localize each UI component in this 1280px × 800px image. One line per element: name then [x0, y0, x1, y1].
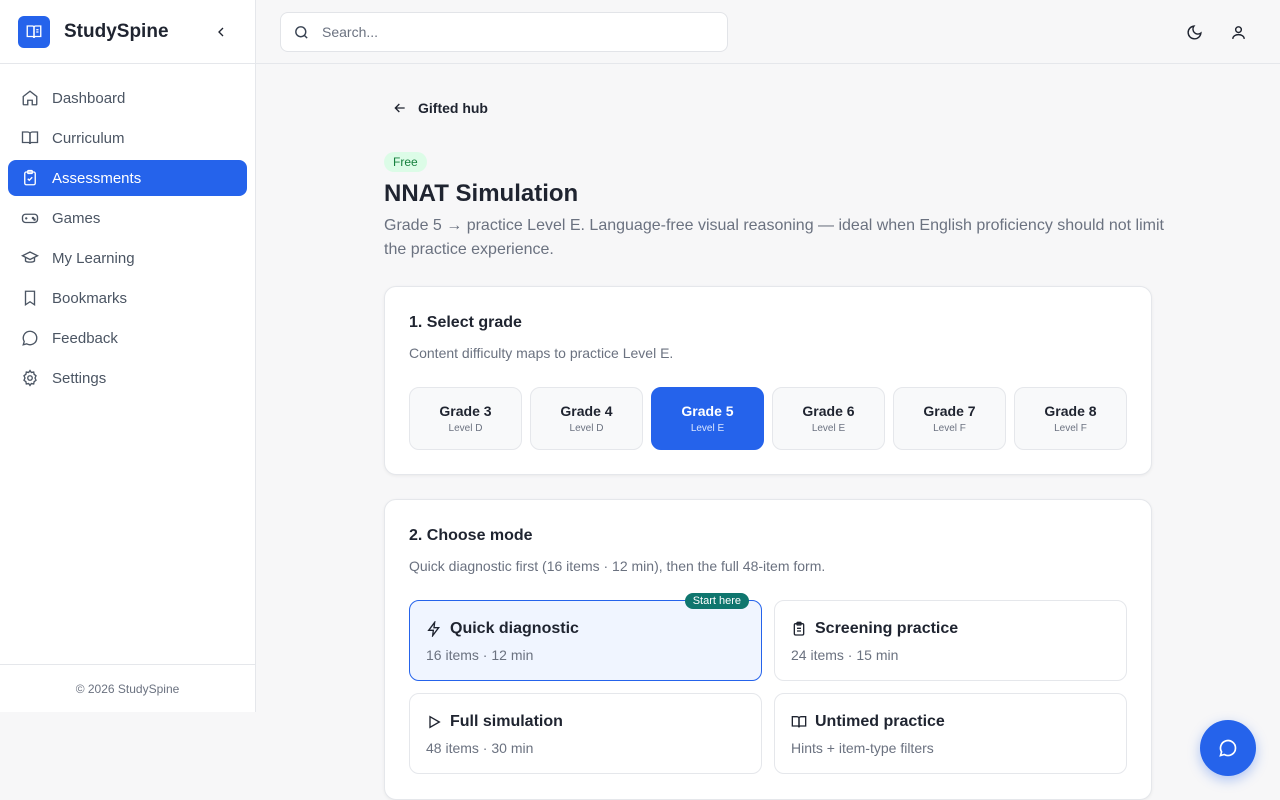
mode-untimed-practice[interactable]: Untimed practice Hints + item-type filte… [774, 693, 1127, 774]
message-circle-icon [20, 328, 40, 348]
sidebar-item-dashboard[interactable]: Dashboard [8, 80, 247, 116]
grade-option[interactable]: Grade 7 Level F [893, 387, 1006, 450]
sidebar-item-label: Bookmarks [52, 289, 128, 307]
search-icon [295, 25, 308, 39]
level-label: Level D [448, 423, 483, 434]
logo-icon[interactable] [18, 15, 50, 48]
sidebar-item-settings[interactable]: Settings [8, 360, 247, 396]
grade-option[interactable]: Grade 3 Level D [409, 387, 522, 450]
chevron-left-icon [218, 27, 224, 36]
sidebar-item-label: My Learning [52, 249, 135, 267]
chat-fab-button[interactable] [1200, 720, 1256, 776]
grade-label: Grade 6 [802, 403, 855, 419]
grade-option[interactable]: Grade 4 Level D [530, 387, 643, 450]
sidebar-item-label: Assessments [52, 169, 142, 187]
grade-label: Grade 8 [1044, 403, 1097, 419]
grade-option[interactable]: Grade 6 Level E [772, 387, 885, 450]
brand: StudySpine [0, 0, 255, 64]
back-link[interactable]: Gifted hub [392, 100, 488, 116]
start-here-tag: Start here [684, 593, 749, 609]
mode-section-title: 2. Choose mode [409, 527, 533, 544]
mode-select-card: 2. Choose mode Quick diagnostic first (1… [384, 499, 1152, 800]
sidebar-item-label: Settings [52, 369, 107, 387]
grade-section-title: 1. Select grade [409, 314, 522, 331]
sidebar-item-label: Dashboard [52, 89, 126, 107]
level-label: Level E [690, 423, 725, 434]
sidebar-item-curriculum[interactable]: Curriculum [8, 120, 247, 156]
gamepad-icon [20, 208, 40, 228]
page-description: Grade 5 → practice Level E. Language-fre… [384, 217, 1164, 258]
mode-title: Untimed practice [815, 713, 945, 730]
mode-quick-diagnostic[interactable]: Start here Quick diagnostic 16 items · 1… [409, 593, 762, 681]
sidebar-item-label: Games [52, 209, 101, 227]
mode-title: Full simulation [450, 713, 563, 730]
mode-full-simulation[interactable]: Full simulation 48 items · 30 min [409, 693, 762, 774]
mode-title: Quick diagnostic [450, 620, 579, 637]
user-icon [1231, 25, 1245, 39]
search-box[interactable] [280, 12, 728, 52]
open-book-icon [791, 714, 807, 730]
bookmark-icon [20, 288, 40, 308]
sidebar-item-label: Curriculum [52, 129, 125, 147]
chat-icon [1219, 739, 1237, 757]
mode-detail: 16 items · 12 min [426, 647, 534, 663]
grade-label: Grade 3 [439, 403, 492, 419]
grade-label: Grade 4 [560, 403, 613, 419]
sidebar-item-my-learning[interactable]: My Learning [8, 240, 247, 276]
level-label: Level F [1054, 423, 1087, 434]
grade-label: Grade 5 [681, 403, 734, 419]
level-label: Level D [569, 423, 604, 434]
grade-option[interactable]: Grade 8 Level F [1014, 387, 1127, 450]
mode-title: Screening practice [815, 620, 959, 637]
theme-toggle-button[interactable] [1182, 20, 1206, 44]
moon-icon [1187, 24, 1202, 39]
sidebar-footer: © 2026 StudySpine [0, 664, 255, 712]
gear-icon [20, 368, 40, 388]
page-title: NNAT Simulation [384, 180, 579, 207]
mode-screening-practice[interactable]: Screening practice 24 items · 15 min [774, 600, 1127, 681]
sidebar-nav: Dashboard Curriculum Assessments Games M… [0, 64, 255, 396]
arrow-left-icon [392, 100, 408, 116]
user-menu-button[interactable] [1226, 20, 1250, 44]
play-icon [426, 714, 442, 730]
mode-detail: 48 items · 30 min [426, 740, 534, 756]
lightning-icon [426, 621, 442, 637]
sidebar-item-games[interactable]: Games [8, 200, 247, 236]
sidebar-item-bookmarks[interactable]: Bookmarks [8, 280, 247, 316]
sidebar-item-feedback[interactable]: Feedback [8, 320, 247, 356]
level-label: Level F [933, 423, 966, 434]
collapse-sidebar-button[interactable] [209, 20, 233, 44]
sidebar-item-label: Feedback [52, 329, 118, 347]
mode-section-subtitle: Quick diagnostic first (16 items · 12 mi… [409, 558, 826, 574]
level-label: Level E [811, 423, 846, 434]
search-input[interactable] [322, 24, 702, 40]
sidebar: StudySpine Dashboard Curriculum Assessme… [0, 0, 256, 712]
grade-select-card: 1. Select grade Content difficulty maps … [384, 286, 1152, 475]
clipboard-check-icon [20, 168, 40, 188]
grade-section-subtitle: Content difficulty maps to practice Leve… [409, 345, 674, 361]
mode-detail: Hints + item-type filters [791, 740, 934, 756]
grade-label: Grade 7 [923, 403, 976, 419]
clipboard-icon [791, 621, 807, 637]
grade-option-selected[interactable]: Grade 5 Level E [651, 387, 764, 450]
free-badge: Free [384, 152, 427, 172]
top-header [256, 0, 1280, 64]
book-icon [20, 128, 40, 148]
app-name: StudySpine [64, 20, 169, 42]
sidebar-item-assessments[interactable]: Assessments [8, 160, 247, 196]
grade-options: Grade 3 Level D Grade 4 Level D Grade 5 … [409, 387, 1127, 450]
graduation-cap-icon [20, 248, 40, 268]
back-link-label: Gifted hub [418, 100, 488, 116]
mode-detail: 24 items · 15 min [791, 647, 899, 663]
home-icon [20, 88, 40, 108]
